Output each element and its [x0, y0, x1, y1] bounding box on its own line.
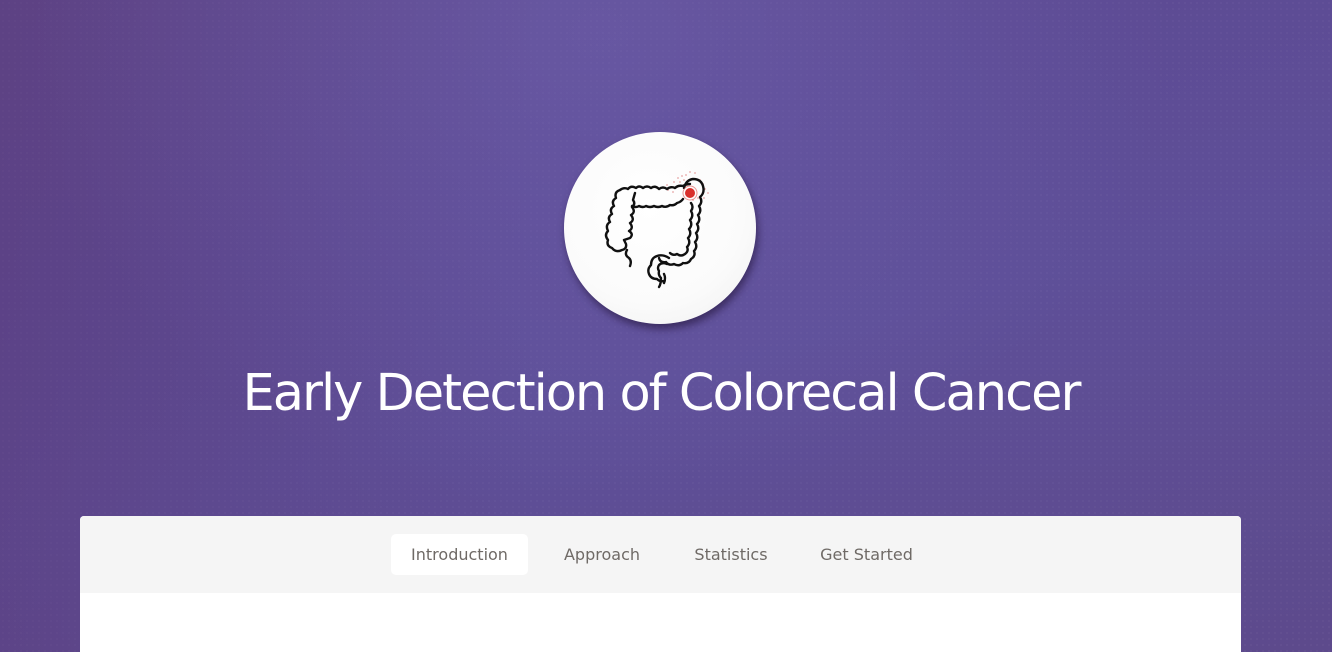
tab-bar: Introduction Approach Statistics Get Sta… [80, 516, 1241, 593]
tab-statistics[interactable]: Statistics [685, 534, 777, 575]
logo-badge [564, 132, 756, 324]
tab-introduction[interactable]: Introduction [391, 534, 528, 575]
tumor-marker [685, 188, 695, 198]
content-panel: Introduction Approach Statistics Get Sta… [80, 516, 1241, 652]
colon-icon [604, 171, 709, 289]
tab-get-started[interactable]: Get Started [810, 534, 923, 575]
tab-approach[interactable]: Approach [552, 534, 652, 575]
page-title: Early Detection of Colorecal Cancer [242, 364, 1082, 423]
